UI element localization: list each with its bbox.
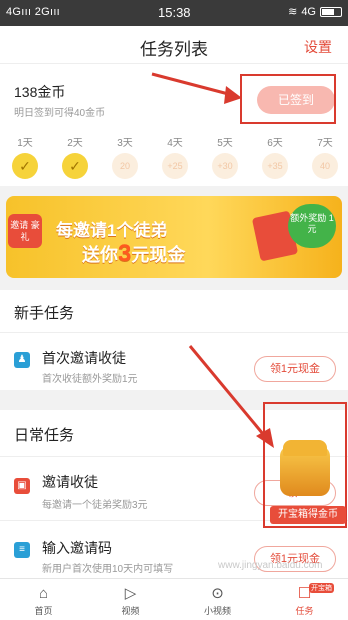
signin-day-label: 3天 (117, 138, 133, 149)
extra-reward-badge: 额外奖励 1元 (288, 204, 336, 248)
tab-short-video[interactable]: ⊙ 小视频 (174, 579, 261, 620)
annotation-arrow (151, 72, 242, 104)
play-icon: ▷ (124, 585, 137, 602)
banner-subline-suffix: 元现金 (131, 245, 186, 265)
tab-task[interactable]: ☐ 任务 开宝箱 (261, 579, 348, 620)
signal-indicator: 4Gııı 2Gııı (6, 6, 61, 18)
page-title: 任务列表 (140, 40, 208, 59)
task-desc: 每邀请一个徒弟奖励3元 (42, 500, 148, 511)
network-label: 4G (301, 5, 316, 18)
invite-banner[interactable]: 邀请 豪礼 每邀请1个徒弟 送你3元现金 额外奖励 1元 (6, 196, 342, 278)
signin-day: 5天 +30 (210, 134, 240, 179)
status-bar: 4Gııı 2Gııı 15:38 ≋ 4G (0, 0, 348, 26)
banner-subline-prefix: 送你 (82, 245, 118, 265)
status-icons: ≋ 4G (288, 5, 342, 18)
signin-day: 6天 +35 (260, 134, 290, 179)
checkmark-coin-icon: ✓ (12, 153, 38, 179)
signin-day-label: 5天 (217, 138, 233, 149)
novice-section: 新手任务 ♟ 首次邀请收徒 首次收徒额外奖励1元 领1元现金 (0, 290, 348, 390)
tab-label: 首页 (34, 606, 53, 616)
battery-icon (320, 6, 342, 17)
coin-icon: +35 (262, 153, 288, 179)
tab-label: 小视频 (203, 606, 231, 616)
task-name: 首次邀请收徒 (42, 350, 126, 366)
tab-label: 任务 (295, 606, 314, 616)
banner-headline: 每邀请1个徒弟 (56, 221, 168, 240)
section-title-novice: 新手任务 (14, 305, 75, 322)
signin-tip: 明日签到可得40金币 (14, 108, 106, 119)
coin-icon: 40 (312, 153, 338, 179)
coin-icon: 20 (112, 153, 138, 179)
divider (0, 332, 348, 333)
tab-badge: 开宝箱 (309, 583, 334, 593)
task-name: 输入邀请码 (42, 540, 112, 556)
signin-day: 7天 40 (310, 134, 340, 179)
signin-day-label: 1天 (17, 138, 33, 149)
signin-day: 3天 20 (110, 134, 140, 179)
gift-icon: ▣ (14, 478, 30, 494)
signin-day: 4天 +25 (160, 134, 190, 179)
home-icon: ⌂ (38, 585, 49, 602)
treasure-chest-lid (283, 440, 327, 456)
treasure-label[interactable]: 开宝箱得金币 (270, 506, 346, 524)
coin-balance: 138金币 (14, 84, 66, 100)
checkmark-coin-icon: ✓ (62, 153, 88, 179)
bottom-tab-bar: ⌂ 首页 ▷ 视频 ⊙ 小视频 ☐ 任务 开宝箱 (0, 578, 348, 620)
signin-day-label: 2天 (67, 138, 83, 149)
page-header: 任务列表 设置 (0, 26, 348, 64)
clock: 15:38 (158, 5, 191, 20)
short-video-icon: ⊙ (211, 585, 224, 602)
coin-icon: +30 (212, 153, 238, 179)
tab-home[interactable]: ⌂ 首页 (0, 579, 87, 620)
banner-tag: 邀请 豪礼 (8, 214, 42, 248)
banner-subline: 送你3元现金 (82, 240, 185, 268)
signin-day: 1天 ✓ (10, 134, 40, 179)
signin-day: 2天 ✓ (60, 134, 90, 179)
task-desc: 首次收徒额外奖励1元 (42, 374, 138, 385)
banner-amount: 3 (118, 240, 132, 267)
annotation-box (240, 74, 336, 124)
person-icon: ♟ (14, 352, 30, 368)
task-desc: 新用户首次使用10天内可填写 (42, 564, 174, 575)
code-icon: ≡ (14, 542, 30, 558)
section-title-daily: 日常任务 (14, 427, 75, 444)
task-name: 邀请收徒 (42, 474, 98, 490)
watermark: www.jingyan.baidu.com (218, 560, 323, 571)
tab-label: 视频 (121, 606, 140, 616)
wifi-icon: ≋ (288, 6, 298, 18)
tab-play[interactable]: ▷ 视频 (87, 579, 174, 620)
signin-days: 1天 ✓ 2天 ✓ 3天 20 4天 +25 5天 +30 6天 +35 7天 40 (0, 134, 348, 184)
signin-day-label: 4天 (167, 138, 183, 149)
settings-link[interactable]: 设置 (304, 37, 332, 57)
signin-day-label: 6天 (267, 138, 283, 149)
coin-icon: +25 (162, 153, 188, 179)
signin-day-label: 7天 (317, 138, 333, 149)
